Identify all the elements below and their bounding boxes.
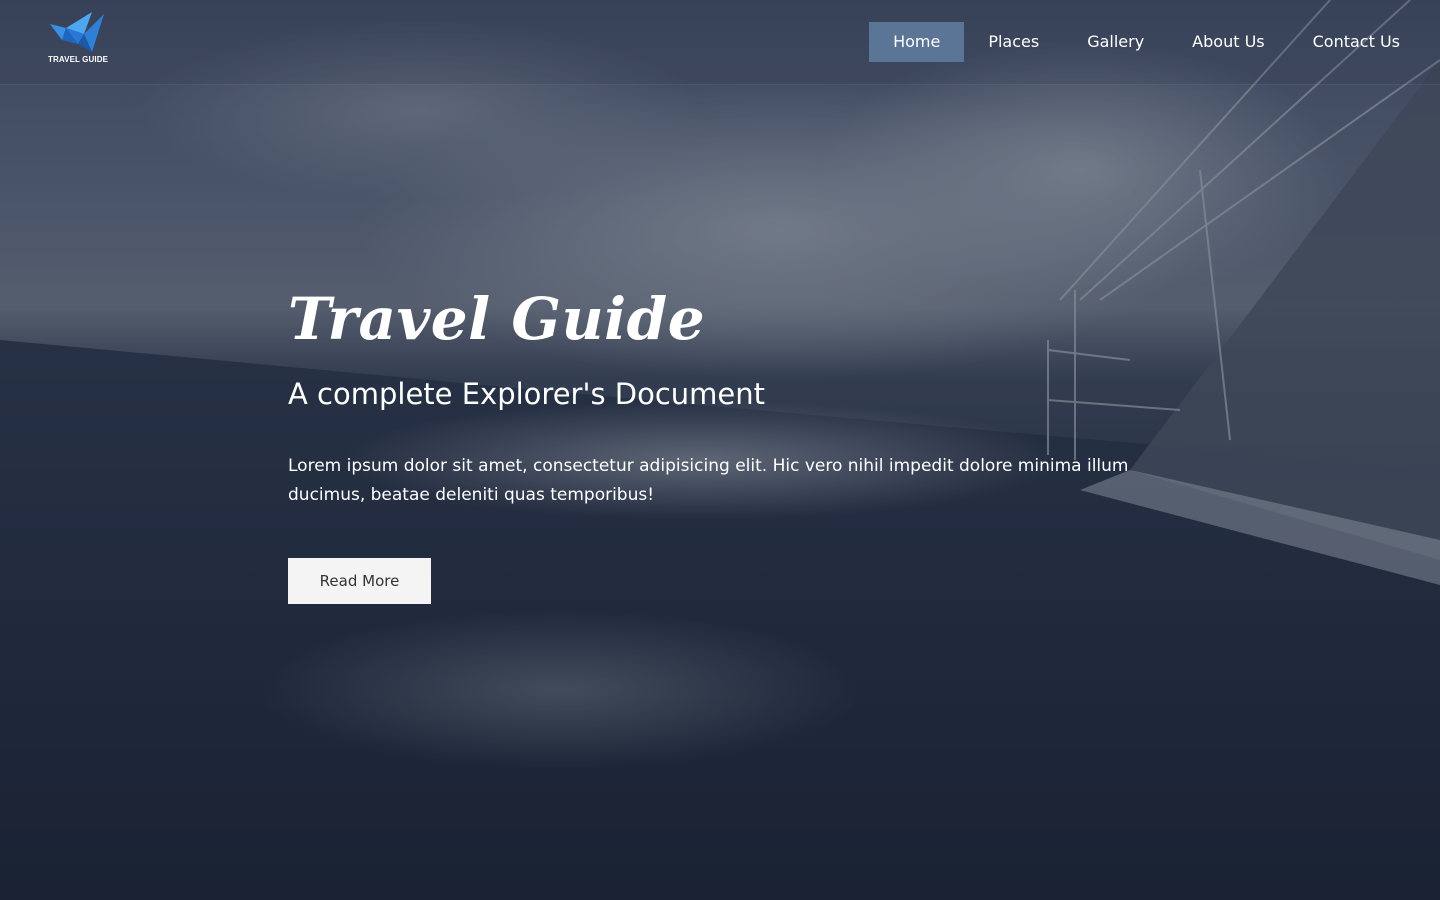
hero-title: Travel Guide — [288, 285, 706, 353]
logo-text: TRAVEL GUIDE — [48, 55, 109, 64]
hero-content: Travel Guide A complete Explorer's Docum… — [288, 282, 1148, 604]
site-header: TRAVEL GUIDE Home Places Gallery About U… — [0, 0, 1440, 85]
hero-section: TRAVEL GUIDE Home Places Gallery About U… — [0, 0, 1440, 900]
nav-about-us[interactable]: About Us — [1168, 22, 1288, 62]
nav-home[interactable]: Home — [869, 22, 965, 62]
nav-places[interactable]: Places — [964, 22, 1063, 62]
hero-subtitle: A complete Explorer's Document — [288, 377, 766, 411]
nav-gallery[interactable]: Gallery — [1063, 22, 1168, 62]
hero-description: Lorem ipsum dolor sit amet, consectetur … — [288, 456, 1129, 505]
nav-contact-us[interactable]: Contact Us — [1289, 22, 1424, 62]
main-nav: Home Places Gallery About Us Contact Us — [869, 22, 1424, 62]
site-logo[interactable]: TRAVEL GUIDE — [48, 12, 108, 66]
read-more-button[interactable]: Read More — [288, 558, 431, 604]
origami-bird-icon — [50, 12, 104, 52]
